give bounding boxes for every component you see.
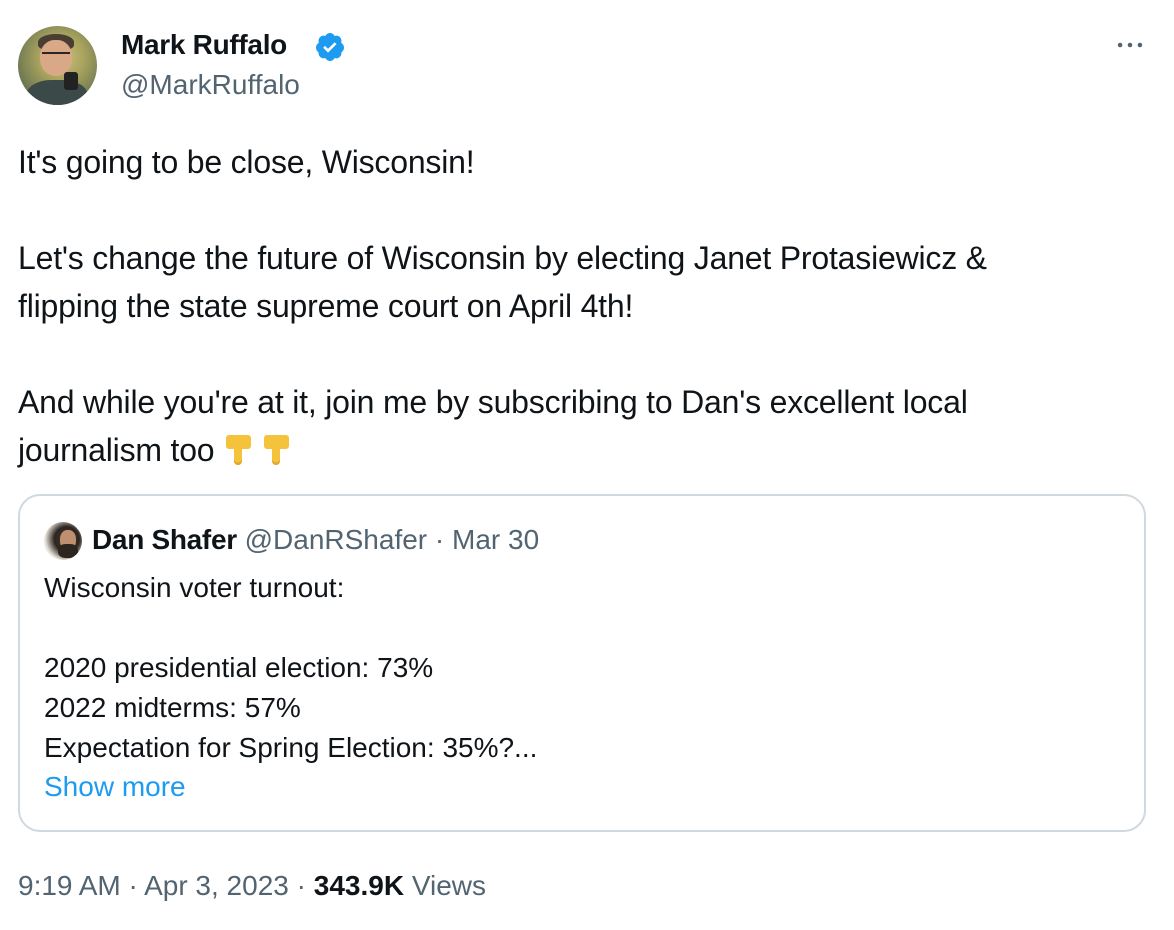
verified-badge-icon xyxy=(315,33,344,61)
tweet-time[interactable]: 9:19 AM xyxy=(18,870,121,901)
quoted-author-handle[interactable]: @DanRShafer xyxy=(245,524,428,555)
author-display-name[interactable]: Mark Ruffalo xyxy=(121,28,287,62)
tweet-date[interactable]: Apr 3, 2023 xyxy=(144,870,289,901)
pointing-down-emoji-icon xyxy=(226,435,252,465)
quoted-author-avatar[interactable] xyxy=(44,522,82,560)
show-more-link[interactable]: Show more xyxy=(44,767,186,807)
views-count: 343.9K xyxy=(313,870,405,901)
author-handle[interactable]: @MarkRuffalo xyxy=(121,68,300,102)
quoted-tweet-date[interactable]: Mar 30 xyxy=(452,524,539,555)
quoted-tweet-text: Wisconsin voter turnout: 2020 presidenti… xyxy=(44,572,538,763)
footer-separator: · xyxy=(128,870,138,901)
quoted-tweet-header: Dan Shafer @DanRShafer · Mar 30 xyxy=(92,522,539,558)
pointing-down-emoji-icon xyxy=(264,435,290,465)
footer-separator: · xyxy=(296,870,306,901)
views-label: Views xyxy=(411,870,487,901)
tweet-footer: 9:19 AM · Apr 3, 2023 · 343.9K Views xyxy=(18,866,486,906)
tweet-text: It's going to be close, Wisconsin! Let's… xyxy=(18,138,1138,474)
more-horizontal-icon xyxy=(1117,42,1143,48)
quoted-meta-separator: · xyxy=(434,524,445,555)
quoted-author-name[interactable]: Dan Shafer xyxy=(92,524,237,555)
tweet-body: It's going to be close, Wisconsin! Let's… xyxy=(18,144,987,468)
more-options-button[interactable] xyxy=(1110,30,1150,60)
quoted-tweet[interactable]: Dan Shafer @DanRShafer · Mar 30 Wisconsi… xyxy=(18,494,1146,832)
author-avatar[interactable] xyxy=(18,26,97,105)
